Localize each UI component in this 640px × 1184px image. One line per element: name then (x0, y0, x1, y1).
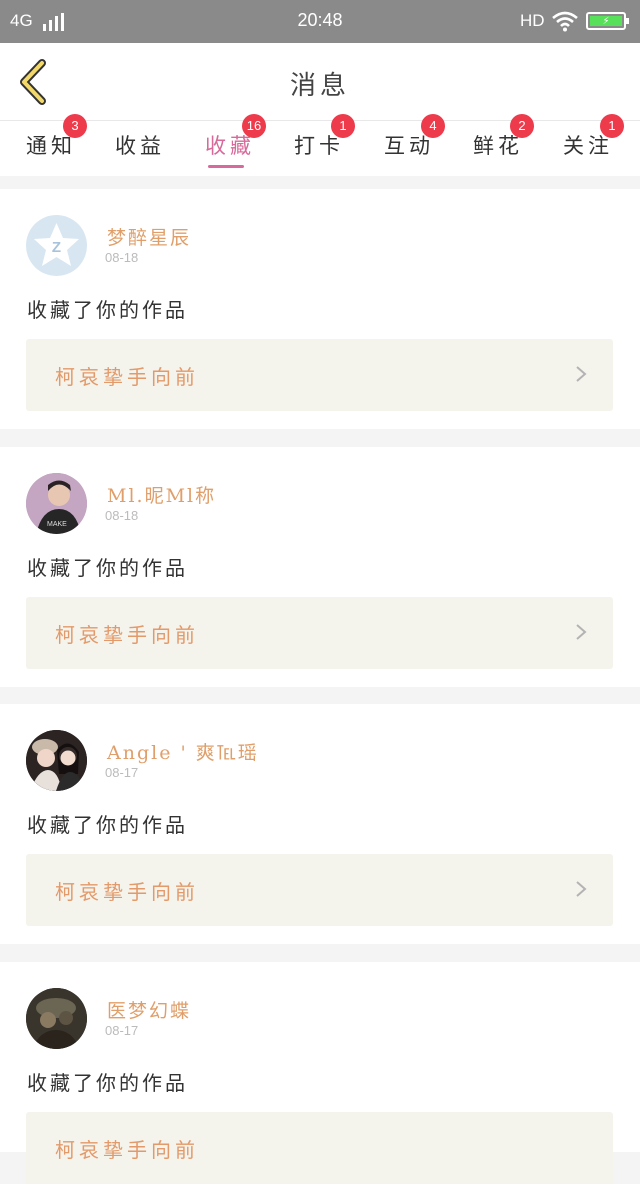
avatar[interactable]: MAKE (26, 473, 87, 534)
action-text: 收藏了你的作品 (27, 298, 188, 322)
username[interactable]: 医梦幻蝶 (107, 996, 191, 1023)
hd-indicator: HD (520, 11, 545, 30)
tab-label: 收益 (115, 134, 165, 158)
message-date: 08-17 (105, 765, 139, 780)
work-title: 柯哀挚手向前 (55, 880, 199, 904)
tab-badge: 4 (421, 114, 445, 138)
username[interactable]: 梦醉星辰 (107, 223, 191, 250)
work-link[interactable]: 柯哀挚手向前 (26, 1112, 613, 1184)
list-item[interactable]: 医梦幻蝶 08-17 收藏了你的作品 柯哀挚手向前 (0, 962, 640, 1184)
tab-badge: 1 (600, 114, 624, 138)
svg-text:MAKE: MAKE (47, 521, 67, 528)
avatar[interactable]: Z (26, 215, 87, 276)
tab-follow[interactable]: 关注 1 (548, 114, 628, 176)
work-title: 柯哀挚手向前 (55, 1138, 199, 1162)
tab-badge: 3 (63, 114, 87, 138)
list-item[interactable]: Z 梦醉星辰 08-18 收藏了你的作品 柯哀挚手向前 (0, 189, 640, 429)
message-tabs: 通知 3 收益 收藏 16 打卡 1 互动 4 鲜花 2 关注 1 (0, 114, 640, 176)
username[interactable]: Ml.昵Ml称 (107, 481, 216, 508)
page-title: 消息 (289, 71, 350, 101)
tab-badge: 16 (242, 114, 266, 138)
message-date: 08-17 (105, 1023, 139, 1038)
list-item[interactable]: Angle ' 爽℡瑶 08-17 收藏了你的作品 柯哀挚手向前 (0, 704, 640, 944)
message-date: 08-18 (105, 250, 139, 265)
status-bar: 4G 20:48 HD ⚡ (0, 0, 640, 43)
work-title: 柯哀挚手向前 (55, 365, 199, 389)
svg-text:Z: Z (52, 239, 61, 256)
tab-badge: 1 (331, 114, 355, 138)
username[interactable]: Angle ' 爽℡瑶 (107, 738, 259, 765)
action-text: 收藏了你的作品 (27, 813, 188, 837)
tab-flowers[interactable]: 鲜花 2 (458, 114, 538, 176)
work-title: 柯哀挚手向前 (55, 623, 199, 647)
tab-favorites[interactable]: 收藏 16 (190, 114, 270, 176)
work-link[interactable]: 柯哀挚手向前 (26, 854, 613, 926)
action-text: 收藏了你的作品 (27, 1071, 188, 1095)
chevron-right-icon (576, 881, 587, 897)
message-date: 08-18 (105, 508, 139, 523)
wifi-icon (552, 10, 578, 36)
tab-badge: 2 (510, 114, 534, 138)
list-item[interactable]: MAKE Ml.昵Ml称 08-18 收藏了你的作品 柯哀挚手向前 (0, 447, 640, 687)
top-nav: 消息 (0, 43, 640, 121)
tab-checkin[interactable]: 打卡 1 (279, 114, 359, 176)
avatar[interactable] (26, 730, 87, 791)
chevron-right-icon (576, 624, 587, 640)
active-tab-indicator (208, 165, 244, 168)
tab-earnings[interactable]: 收益 (100, 121, 180, 176)
battery-charging-icon: ⚡ (586, 12, 629, 30)
action-text: 收藏了你的作品 (27, 556, 188, 580)
tab-notice[interactable]: 通知 3 (11, 114, 91, 176)
work-link[interactable]: 柯哀挚手向前 (26, 597, 613, 669)
tab-interaction[interactable]: 互动 4 (369, 114, 449, 176)
work-link[interactable]: 柯哀挚手向前 (26, 339, 613, 411)
chevron-right-icon (576, 366, 587, 382)
avatar[interactable] (26, 988, 87, 1049)
